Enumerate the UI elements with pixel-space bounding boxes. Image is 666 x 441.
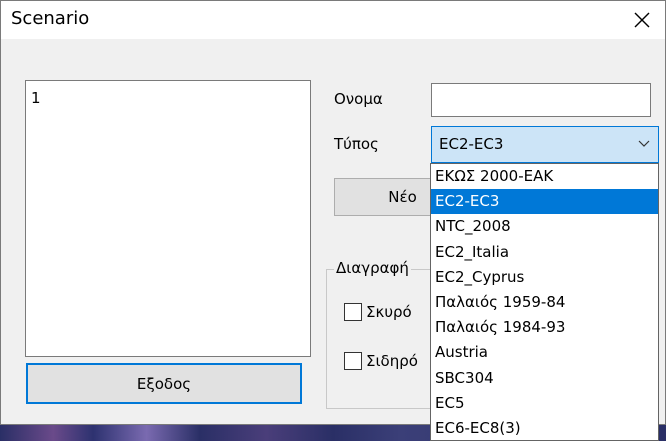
type-select[interactable]: EC2-EC3 xyxy=(431,126,659,163)
list-item[interactable]: 1 xyxy=(31,89,41,107)
new-button[interactable]: Νέο xyxy=(334,178,431,216)
dropdown-option[interactable]: Παλαιός 1959-84 xyxy=(431,290,658,315)
type-label: Τύπος xyxy=(334,135,379,153)
name-input[interactable] xyxy=(431,83,651,117)
close-button[interactable] xyxy=(619,1,665,39)
steel-checkbox[interactable] xyxy=(344,352,362,370)
type-select-value: EC2-EC3 xyxy=(439,135,504,153)
dropdown-option[interactable]: EC2_Cyprus xyxy=(431,265,658,290)
dropdown-option[interactable]: Παλαιός 1984-93 xyxy=(431,315,658,340)
dropdown-option[interactable]: NTC_2008 xyxy=(431,214,658,239)
scenario-listbox[interactable]: 1 xyxy=(25,80,311,357)
dropdown-option[interactable]: EC6-EC8(3) xyxy=(431,416,658,440)
exit-button[interactable]: Εξοδος xyxy=(26,363,302,404)
title-bar: Scenario xyxy=(1,1,665,39)
dropdown-option[interactable]: EC5 xyxy=(431,391,658,416)
delete-group-label: Διαγραφή xyxy=(334,259,411,277)
steel-checkbox-label: Σιδηρό xyxy=(366,352,418,370)
dropdown-option[interactable]: Austria xyxy=(431,340,658,365)
dropdown-option-selected[interactable]: EC2-EC3 xyxy=(431,189,658,215)
window-title: Scenario xyxy=(11,8,90,29)
concrete-checkbox-label: Σκυρό xyxy=(366,303,412,321)
dropdown-option[interactable]: SBC304 xyxy=(431,366,658,391)
concrete-checkbox[interactable] xyxy=(344,303,362,321)
close-icon xyxy=(634,12,650,28)
dropdown-option[interactable]: ΕΚΩΣ 2000-ΕΑΚ xyxy=(431,164,658,189)
dropdown-option[interactable]: EC2_Italia xyxy=(431,240,658,265)
chevron-down-icon xyxy=(638,140,650,147)
name-label: Ονομα xyxy=(334,90,383,108)
type-dropdown-list: ΕΚΩΣ 2000-ΕΑΚ EC2-EC3 NTC_2008 EC2_Itali… xyxy=(430,163,659,441)
